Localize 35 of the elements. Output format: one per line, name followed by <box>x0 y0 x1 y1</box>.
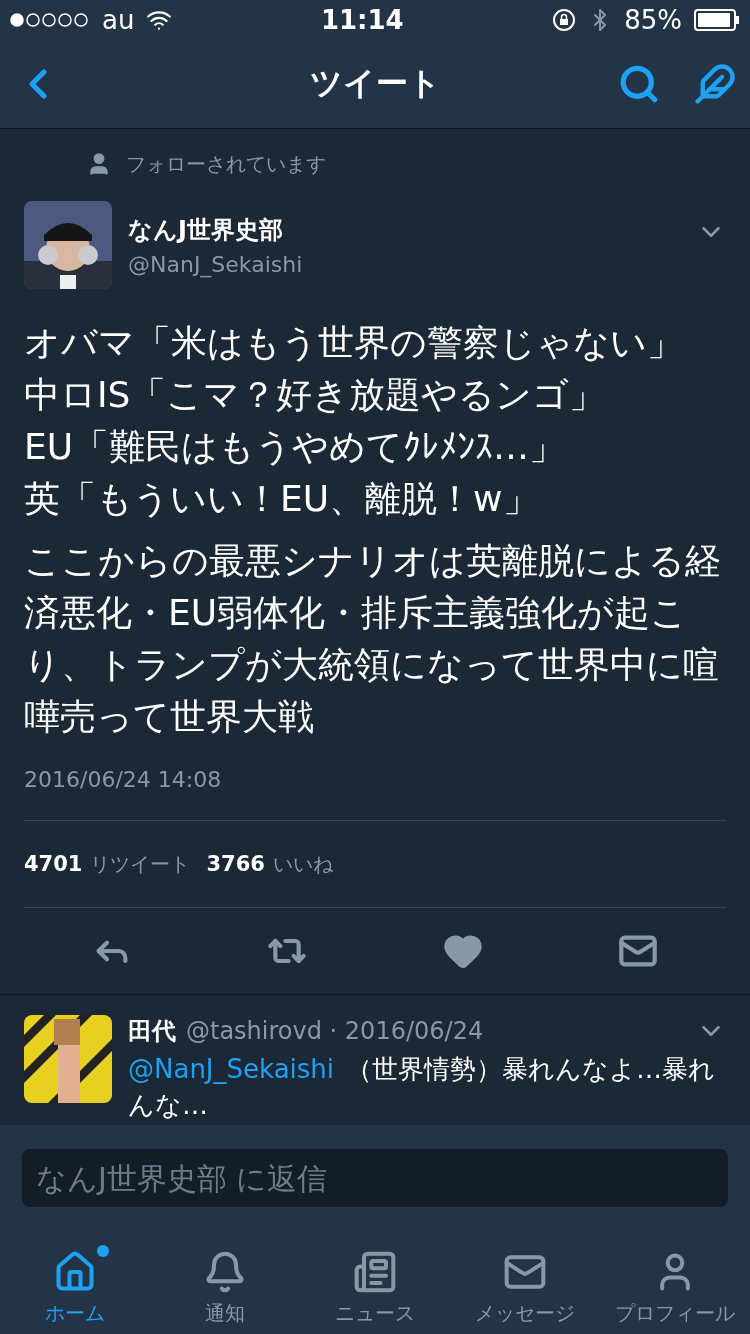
reply-meta: @tashirovd · 2016/06/24 <box>186 1017 484 1045</box>
stat-label[interactable]: いいね <box>272 850 333 878</box>
tweet-line: オバマ「米はもう世界の警察じゃない」 <box>24 321 684 365</box>
reply-text: @NanJ_Sekaishi （世界情勢）暴れんなよ…暴れんな… <box>128 1053 717 1122</box>
tweet-line: 英「もういい！EU、離脱！w」 <box>24 477 540 521</box>
screen-title: ツイート <box>309 63 441 104</box>
clock-time: 11:14 <box>320 5 404 35</box>
tab-item[interactable]: ニュース <box>300 1249 450 1328</box>
tab-item[interactable]: ホーム <box>0 1249 150 1328</box>
compose-button[interactable] <box>694 63 736 105</box>
reply-field[interactable]: なんJ世界史部 に返信 <box>22 1149 728 1207</box>
carrier-name: au <box>102 5 135 35</box>
reply-author: 田代 <box>128 1016 176 1047</box>
battery-icon <box>694 9 740 31</box>
newspaper-icon <box>353 1250 397 1294</box>
tab-item[interactable]: プロフィール <box>600 1249 750 1328</box>
tweet-line: 中ロIS「こマ？好き放題やるンゴ」 <box>24 373 607 417</box>
search-button[interactable] <box>618 63 660 105</box>
tab-item[interactable]: メッセージ <box>450 1249 600 1328</box>
mention-link[interactable]: @NanJ_Sekaishi <box>128 1054 335 1084</box>
tweet-paragraph: ここからの最悪シナリオは英離脱による経済悪化・EU弱体化・排斥主義強化が起こり、トランプが大統領になって世界中に喧嘩売って世界大戦 <box>24 539 722 739</box>
stat-count[interactable]: 3766 <box>206 851 265 876</box>
house-icon <box>53 1250 97 1294</box>
rotation-lock-icon <box>552 8 577 32</box>
tweet-line: EU「難民はもうやめてｸﾚﾒﾝｽ…」 <box>24 425 567 469</box>
followed-label: フォローされています <box>126 150 326 178</box>
tweet-timestamp: 2016/06/24 14:08 <box>24 767 223 792</box>
author-name: なんJ世界史部 <box>128 214 284 246</box>
battery-percent: 85% <box>624 5 682 35</box>
author-handle: @NanJ_Sekaishi <box>128 251 304 277</box>
signal-icon <box>10 13 90 27</box>
bell-icon <box>203 1250 247 1294</box>
stat-label[interactable]: リツイート <box>90 850 191 878</box>
tab-item[interactable]: 通知 <box>150 1249 300 1328</box>
stat-count[interactable]: 4701 <box>24 851 83 876</box>
